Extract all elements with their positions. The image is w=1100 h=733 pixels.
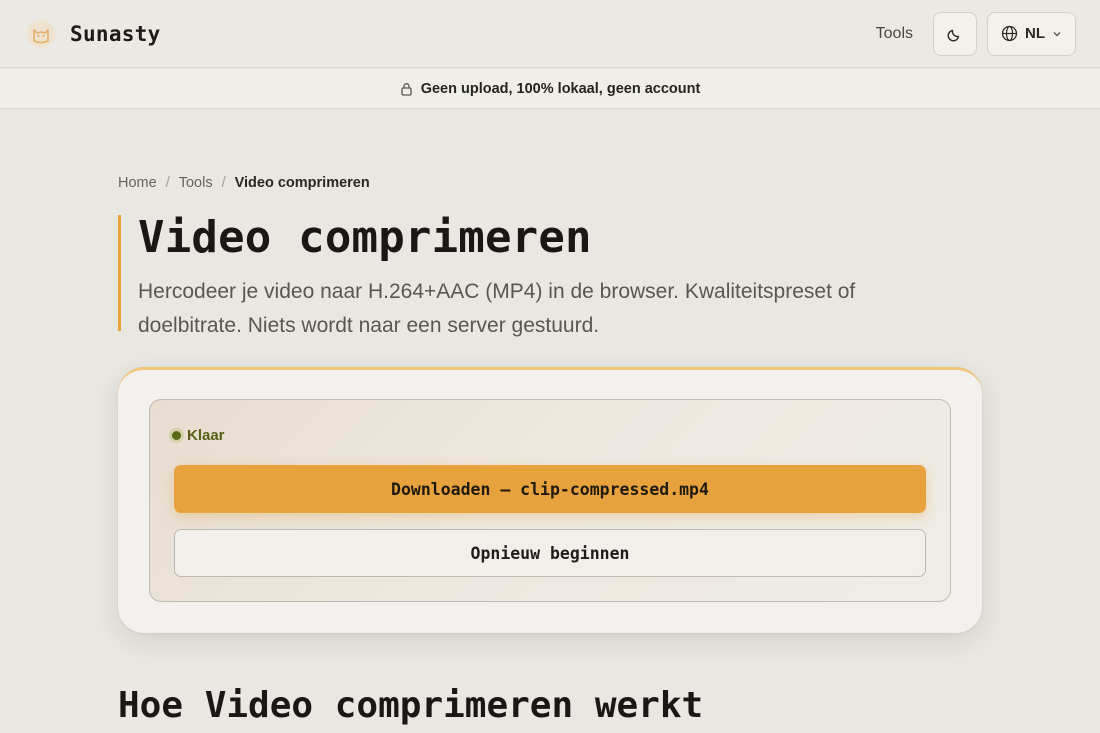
nav-link-tools[interactable]: Tools [876,25,913,43]
breadcrumb-separator: / [221,175,226,191]
restart-button[interactable]: Opnieuw beginnen [174,529,926,577]
header-nav: Tools NL [876,11,1076,56]
breadcrumb-home[interactable]: Home [118,175,157,191]
privacy-banner: Geen upload, 100% lokaal, geen account [0,69,1100,109]
hero: Video comprimeren Hercodeer je video naa… [118,212,982,337]
breadcrumb: Home / Tools / Video comprimeren [118,175,370,191]
result-panel: Klaar Downloaden — clip-compressed.mp4 O… [149,399,951,602]
status-dot-icon [172,431,181,440]
download-button[interactable]: Downloaden — clip-compressed.mp4 [174,465,926,513]
how-it-works-title: Hoe Video comprimeren werkt [118,685,704,726]
chevron-down-icon [1053,31,1061,36]
breadcrumb-tools[interactable]: Tools [179,175,213,191]
language-code: NL [1025,25,1045,42]
banner-text: Geen upload, 100% lokaal, geen account [420,80,701,97]
brand-name: Sunasty [70,21,161,46]
page-description: Hercodeer je video naar H.264+AAC (MP4) … [138,280,856,337]
language-select[interactable]: NL [987,11,1076,56]
moon-icon [947,29,960,42]
breadcrumb-current: Video comprimeren [234,175,370,191]
cat-icon [27,19,55,48]
page-title: Video comprimeren [138,212,592,263]
globe-icon [1001,25,1018,42]
theme-toggle-button[interactable] [933,11,977,56]
status-label: Klaar [187,427,225,444]
breadcrumb-separator: / [165,175,170,191]
status-indicator: Klaar [172,427,225,444]
site-header: Sunasty Tools NL [0,0,1100,68]
lock-icon [401,82,412,96]
tool-card: Klaar Downloaden — clip-compressed.mp4 O… [118,367,982,633]
brand[interactable]: Sunasty [26,19,161,49]
